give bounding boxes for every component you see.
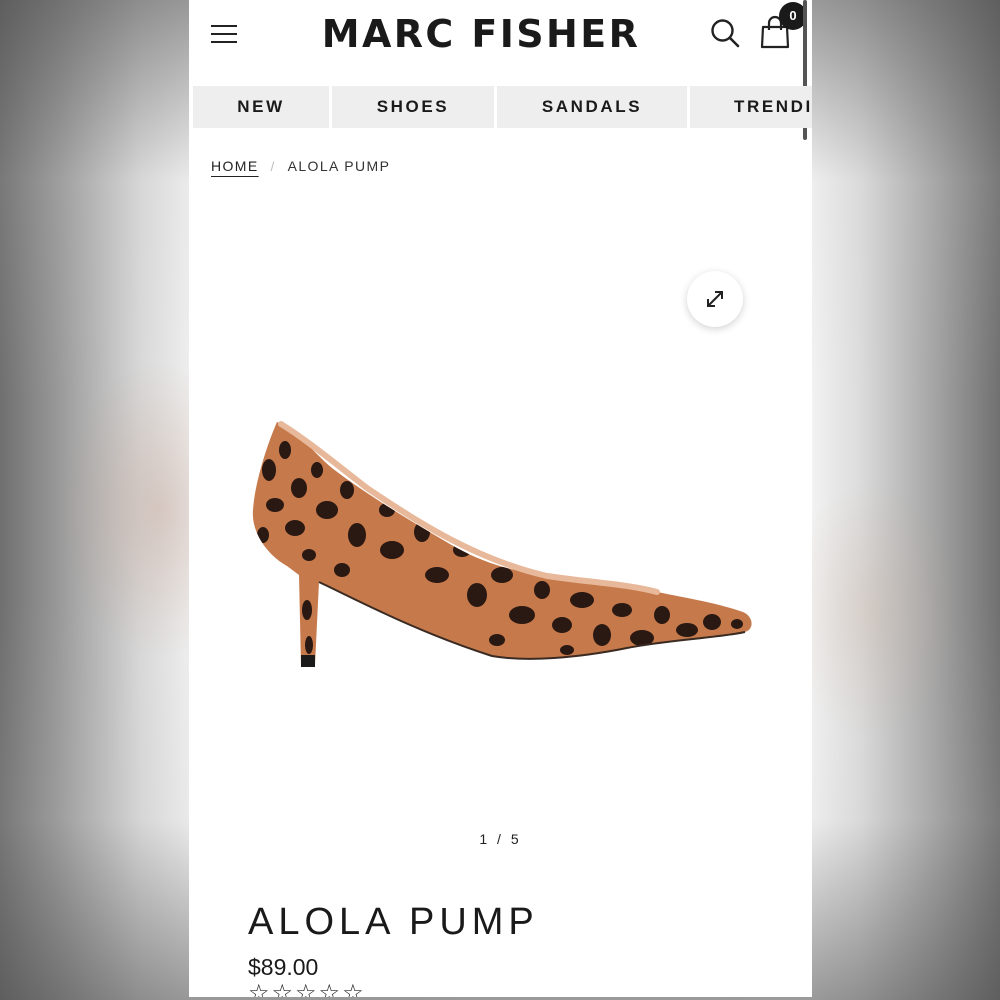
site-header: MARC FISHER 0 <box>189 0 812 82</box>
search-icon[interactable] <box>710 18 740 48</box>
expand-image-button[interactable] <box>687 271 743 327</box>
product-image[interactable] <box>247 410 757 680</box>
brand-logo[interactable]: MARC FISHER <box>285 11 677 57</box>
nav-item-trending[interactable]: TRENDI <box>690 86 812 128</box>
menu-icon[interactable] <box>211 24 237 44</box>
rating-stars[interactable]: ☆☆☆☆☆ <box>248 982 366 998</box>
nav-item-sandals[interactable]: SANDALS <box>497 86 687 128</box>
category-nav: NEW SHOES SANDALS TRENDI <box>193 86 812 128</box>
nav-item-new[interactable]: NEW <box>193 86 329 128</box>
breadcrumb-separator: / <box>270 159 276 174</box>
product-price: $89.00 <box>248 954 319 980</box>
mobile-page: MARC FISHER 0 NEW SHOES SANDALS TRENDI H… <box>189 0 812 997</box>
product-title: ALOLA PUMP <box>248 901 539 943</box>
expand-icon <box>707 291 723 307</box>
breadcrumb-current: ALOLA PUMP <box>287 158 391 174</box>
breadcrumb-home-link[interactable]: HOME <box>211 158 259 174</box>
nav-item-shoes[interactable]: SHOES <box>332 86 494 128</box>
breadcrumb: HOME / ALOLA PUMP <box>211 158 390 174</box>
gallery-pager: 1 / 5 <box>479 831 522 847</box>
